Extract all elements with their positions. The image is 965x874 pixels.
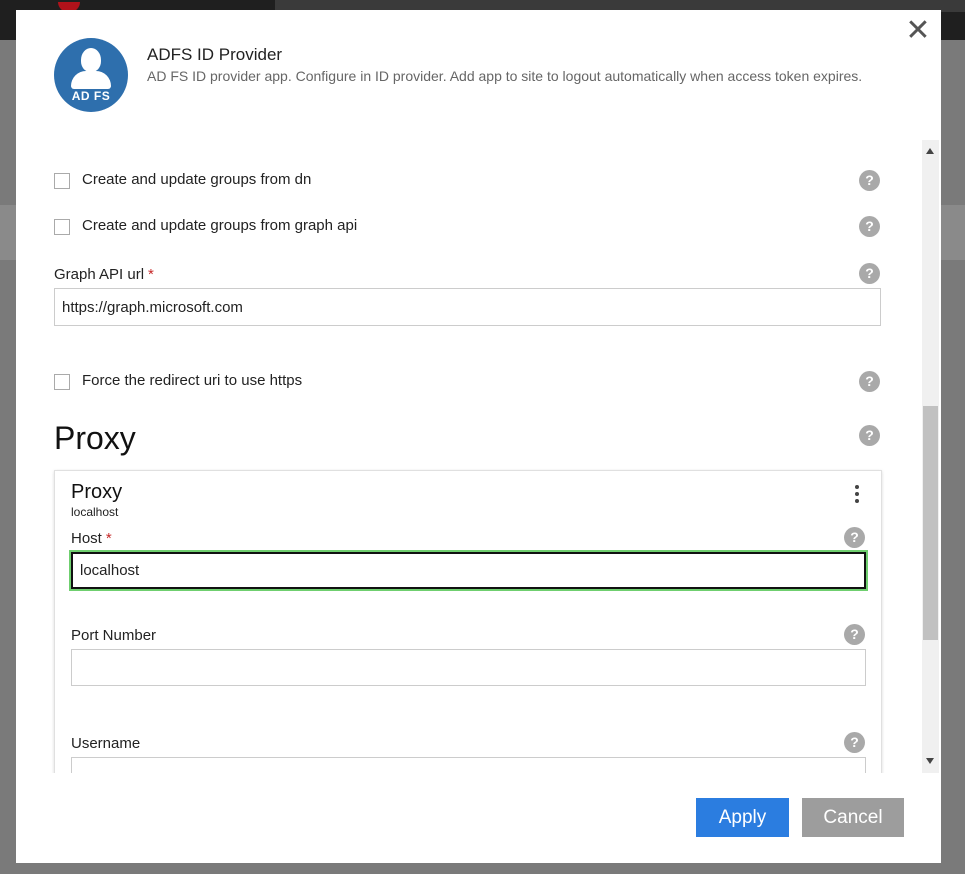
help-icon[interactable]: ? <box>859 263 880 284</box>
username-label: Username <box>71 735 141 752</box>
proxy-card-subtitle: localhost <box>71 505 119 519</box>
required-mark: * <box>105 530 112 547</box>
help-icon[interactable]: ? <box>859 170 880 191</box>
settings-scroll-area[interactable]: Create and update groups from dn ? Creat… <box>16 140 941 773</box>
force-https-checkbox[interactable] <box>54 374 70 390</box>
proxy-card-title: Proxy <box>71 481 123 503</box>
proxy-section-heading: Proxy <box>54 420 136 456</box>
groups-from-graph-label: Create and update groups from graph api <box>82 217 358 234</box>
avatar-label: AD FS <box>71 89 111 103</box>
user-icon-shoulders <box>71 71 111 89</box>
username-input[interactable] <box>71 757 866 773</box>
vertical-scrollbar[interactable] <box>922 140 939 773</box>
host-label-text: Host <box>71 530 102 547</box>
help-icon[interactable]: ? <box>859 216 880 237</box>
proxy-card: Proxy localhost Host * ? localhost Port N… <box>54 470 882 773</box>
graph-api-url-label: Graph API url * <box>54 266 154 283</box>
help-icon[interactable]: ? <box>859 371 880 392</box>
help-icon[interactable]: ? <box>844 732 865 753</box>
host-input[interactable]: localhost <box>71 552 866 589</box>
help-icon[interactable]: ? <box>859 425 880 446</box>
help-icon[interactable]: ? <box>844 624 865 645</box>
more-options-icon[interactable] <box>851 485 863 509</box>
cancel-button[interactable]: Cancel <box>802 798 904 837</box>
host-label: Host * <box>71 530 112 547</box>
apply-button[interactable]: Apply <box>696 798 789 837</box>
required-mark: * <box>148 266 154 283</box>
force-https-label: Force the redirect uri to use https <box>82 372 303 389</box>
help-icon[interactable]: ? <box>844 527 865 548</box>
scroll-down-icon[interactable] <box>926 758 934 764</box>
groups-from-graph-checkbox[interactable] <box>54 219 70 235</box>
adfs-provider-dialog: ✕ AD FS ADFS ID Provider AD FS ID provid… <box>16 10 941 863</box>
app-avatar: AD FS <box>54 38 128 112</box>
groups-from-dn-label: Create and update groups from dn <box>82 171 312 188</box>
groups-from-dn-checkbox[interactable] <box>54 173 70 189</box>
user-icon-head <box>81 48 101 72</box>
port-number-label: Port Number <box>71 627 157 644</box>
graph-api-url-label-text: Graph API url <box>54 266 145 283</box>
dialog-title: ADFS ID Provider <box>147 45 283 64</box>
graph-api-url-input[interactable]: https://graph.microsoft.com <box>54 288 881 326</box>
close-icon[interactable]: ✕ <box>905 16 931 46</box>
scroll-up-icon[interactable] <box>926 148 934 154</box>
port-number-input[interactable] <box>71 649 866 686</box>
dialog-description: AD FS ID provider app. Configure in ID p… <box>147 68 863 84</box>
scrollbar-thumb[interactable] <box>923 406 938 640</box>
